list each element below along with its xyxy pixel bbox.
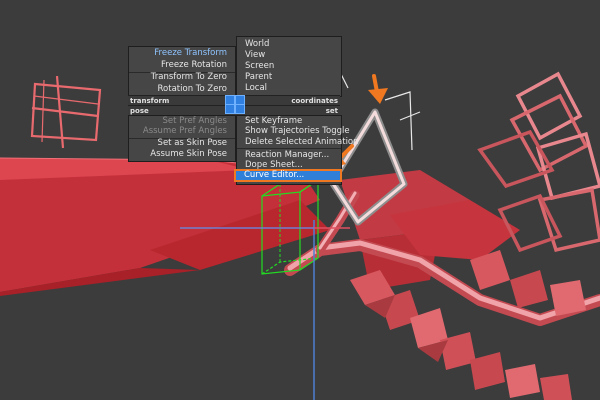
menu-item-curve-editor-label: Curve Editor... (244, 170, 305, 180)
menu-item-parent[interactable]: Parent (245, 72, 272, 83)
quad-panel-coordinates: World View Screen Parent Local (236, 36, 342, 97)
quad-center-cell-br[interactable] (235, 104, 245, 114)
cube-wireframe-left (30, 75, 102, 149)
menu-item-delete-selected-animation[interactable]: Delete Selected Animation (245, 137, 359, 148)
menu-item-transform-to-zero[interactable]: Transform To Zero (129, 72, 227, 83)
menu-item-assume-skin-pose[interactable]: Assume Skin Pose (129, 149, 227, 160)
menu-separator (237, 148, 341, 149)
menu-item-curve-editor[interactable]: Curve Editor... (234, 169, 342, 182)
menu-item-set-as-skin-pose[interactable]: Set as Skin Pose (129, 138, 227, 149)
menu-item-freeze-rotation[interactable]: Freeze Rotation (129, 60, 227, 71)
menu-item-world[interactable]: World (245, 39, 269, 50)
menu-item-view[interactable]: View (245, 50, 265, 61)
menu-item-screen[interactable]: Screen (245, 61, 274, 72)
menu-item-assume-pref-angles[interactable]: Assume Pref Angles (129, 126, 227, 137)
quad-center-cell-bl[interactable] (225, 104, 235, 114)
menu-item-rotation-to-zero[interactable]: Rotation To Zero (129, 84, 227, 95)
quad-panel-pose: Set Pref Angles Assume Pref Angles Set a… (128, 115, 236, 162)
menu-item-freeze-transform[interactable]: Freeze Transform (129, 48, 227, 59)
menu-item-show-trajectories-toggle[interactable]: Show Trajectories Toggle (245, 126, 350, 137)
menu-item-local[interactable]: Local (245, 83, 267, 94)
quad-panel-transform: Freeze Transform Freeze Rotation Transfo… (128, 46, 236, 97)
